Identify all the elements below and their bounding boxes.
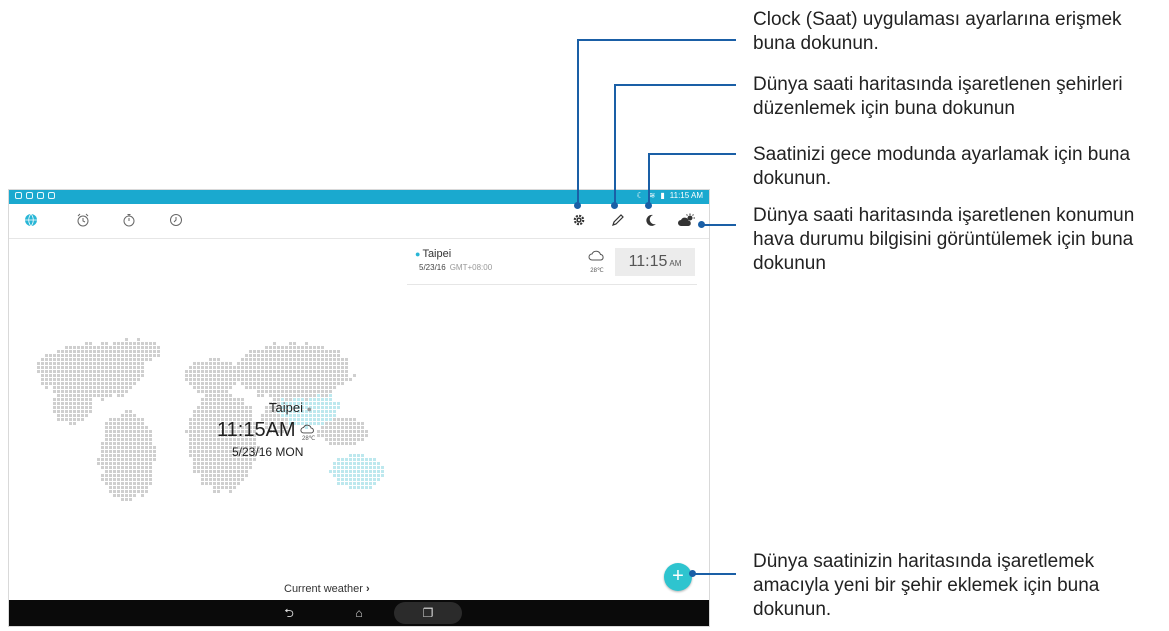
recent-apps-button[interactable]: ❐ (418, 605, 438, 621)
callout-dot-weather (698, 221, 705, 228)
map-time: 11:15AM (217, 419, 296, 441)
cloud-icon (588, 250, 604, 261)
callout-line-settings (577, 39, 579, 205)
weather-button[interactable] (677, 211, 697, 231)
status-time: 11:15 AM (669, 191, 703, 200)
map-date: 5/23/16 MON (232, 445, 304, 459)
tab-alarm[interactable] (73, 211, 93, 231)
map-city-name: Taipei (269, 400, 303, 415)
recent-apps-icon: ❐ (422, 606, 434, 620)
city-time-box: 11:15 AM (615, 248, 695, 276)
callout-dot-settings (574, 202, 581, 209)
location-pin-icon: ● (415, 249, 421, 259)
home-button[interactable]: ⌂ (349, 605, 369, 621)
tab-stopwatch[interactable] (119, 211, 139, 231)
city-date: 5/23/16 (419, 263, 446, 272)
navigation-bar: ⮌ ⌂ ❐ (9, 600, 709, 626)
current-weather-link[interactable]: Current weather › (284, 583, 370, 595)
current-weather-label: Current weather (284, 583, 363, 595)
stopwatch-icon (123, 214, 135, 227)
clock-app-screen: ☾ ≋ ▮ 11:15 AM ● Taipei 5/23/16 GMT+08:0… (8, 189, 710, 627)
moon-icon (646, 214, 656, 226)
callout-dot-add (689, 570, 696, 577)
city-weather: 28℃ (585, 248, 609, 274)
callout-add-text: Dünya saatinizin haritasında işaretlemek… (753, 551, 1100, 620)
notification-icon (15, 192, 22, 199)
map-city-label: Taipei ● (269, 400, 312, 415)
battery-icon: ▮ (660, 191, 665, 200)
pencil-icon (612, 214, 624, 226)
edit-button[interactable] (608, 211, 628, 231)
home-icon: ⌂ (355, 606, 363, 620)
toolbar (9, 204, 709, 239)
city-date-row: 5/23/16 GMT+08:00 (419, 263, 492, 272)
notification-icon (26, 192, 33, 199)
gear-icon (573, 214, 585, 226)
city-gmt-offset: GMT+08:00 (449, 263, 493, 272)
timer-icon (170, 214, 182, 226)
night-mode-status-icon: ☾ (636, 191, 644, 200)
back-icon: ⮌ (284, 606, 294, 620)
notification-icons (15, 192, 55, 199)
weather-icon (678, 213, 695, 226)
city-name-row: ● Taipei (415, 248, 451, 260)
callout-settings-text: Clock (Saat) uygulaması ayarlarına erişm… (753, 9, 1122, 54)
city-ampm: AM (669, 259, 682, 268)
back-button[interactable]: ⮌ (279, 605, 299, 621)
callout-line-edit (614, 84, 616, 206)
city-name: Taipei (422, 248, 452, 260)
alarm-icon (77, 213, 89, 227)
globe-icon (25, 213, 37, 227)
settings-button[interactable] (569, 211, 589, 231)
city-time: 11:15 (628, 253, 668, 270)
map-temperature: 28℃ (302, 436, 316, 442)
callout-edit-text: Dünya saati haritasında işaretlenen şehi… (753, 74, 1123, 119)
callout-line-settings-h (577, 39, 736, 41)
callout-line-add (692, 573, 736, 575)
callout-line-night (648, 153, 650, 205)
callout-line-edit-h (614, 84, 736, 86)
world-map[interactable] (21, 330, 401, 520)
status-right: ☾ ≋ ▮ 11:15 AM (637, 191, 704, 200)
tab-timer[interactable] (166, 211, 186, 231)
tab-world-clock[interactable] (21, 211, 41, 231)
chevron-right-icon: › (365, 583, 370, 595)
callout-weather-text: Dünya saati haritasında işaretlenen konu… (753, 205, 1135, 274)
notification-icon (48, 192, 55, 199)
city-temperature: 28℃ (590, 268, 604, 274)
night-mode-button[interactable] (641, 211, 661, 231)
callout-dot-night (645, 202, 652, 209)
map-pin-icon: ● (306, 404, 313, 414)
callout-line-weather (702, 224, 736, 226)
add-city-button[interactable]: + (664, 563, 692, 591)
callout-night-text: Saatinizi gece modunda ayarlamak için bu… (753, 144, 1131, 189)
callout-dot-edit (611, 202, 618, 209)
notification-icon (37, 192, 44, 199)
callout-line-night-h (648, 153, 736, 155)
city-card-taipei[interactable]: ● Taipei 5/23/16 GMT+08:00 28℃ 11:15 AM (407, 242, 697, 285)
cloud-icon (300, 424, 314, 434)
status-bar: ☾ ≋ ▮ 11:15 AM (9, 190, 709, 204)
